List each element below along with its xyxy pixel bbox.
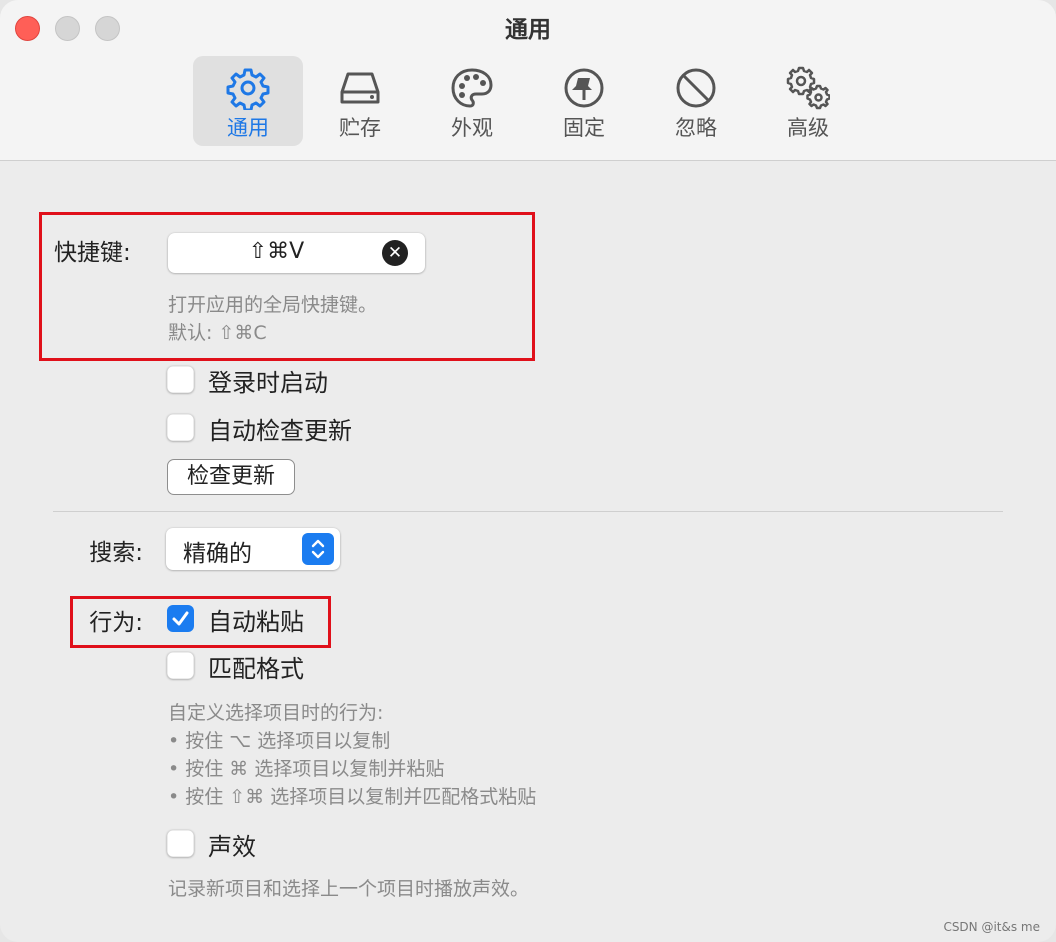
shortcut-label: 快捷键:	[54, 240, 131, 266]
search-mode-value: 精确的	[183, 541, 252, 567]
auto-paste-checkbox[interactable]	[167, 605, 194, 632]
shortcut-recorder[interactable]: ⇧⌘V ✕	[168, 233, 425, 273]
shortcut-hint-line: 打开应用的全局快捷键。	[168, 294, 378, 316]
search-mode-select[interactable]: 精确的	[166, 528, 340, 570]
sound-effects-label: 声效	[208, 833, 256, 861]
tab-label: 高级	[787, 116, 829, 140]
sound-effects-checkbox[interactable]	[167, 830, 194, 857]
check-updates-button[interactable]: 检查更新	[167, 459, 295, 495]
tab-label: 贮存	[339, 116, 381, 140]
behavior-hint-item: • 按住 ⇧⌘ 选择项目以复制并匹配格式粘贴	[168, 786, 537, 808]
sound-effects-hint: 记录新项目和选择上一个项目时播放声效。	[168, 878, 530, 900]
preferences-window: 通用 通用 贮存 外观 固定 忽略 高级 快捷键: ⇧⌘V ✕ 打开应用的全局快…	[0, 0, 1056, 942]
tab-advanced[interactable]: 高级	[753, 56, 863, 146]
storage-drive-icon	[340, 72, 380, 104]
search-label: 搜索:	[89, 540, 143, 566]
checkmark-icon	[172, 611, 189, 626]
prohibited-icon	[676, 68, 716, 108]
tab-label: 固定	[563, 116, 605, 140]
behavior-hint-item: • 按住 ⌥ 选择项目以复制	[168, 730, 391, 752]
launch-at-login-label: 登录时启动	[208, 369, 328, 397]
tab-label: 通用	[227, 116, 269, 140]
behavior-hint: 自定义选择项目时的行为: • 按住 ⌥ 选择项目以复制 • 按住 ⌘ 选择项目以…	[168, 699, 536, 811]
clear-shortcut-icon[interactable]: ✕	[382, 240, 408, 266]
window-title: 通用	[505, 17, 551, 43]
auto-check-updates-label: 自动检查更新	[208, 417, 352, 445]
general-settings-pane: 快捷键: ⇧⌘V ✕ 打开应用的全局快捷键。 默认: ⇧⌘C 登录时启动 自动检…	[0, 161, 1056, 942]
pin-icon	[564, 68, 604, 108]
section-divider	[53, 511, 1003, 512]
tab-appearance[interactable]: 外观	[417, 56, 527, 146]
tab-storage[interactable]: 贮存	[305, 56, 415, 146]
behavior-hint-item: • 按住 ⌘ 选择项目以复制并粘贴	[168, 758, 445, 780]
tab-general[interactable]: 通用	[193, 56, 303, 146]
watermark: CSDN @it&s me	[943, 920, 1040, 934]
shortcut-default-line: 默认: ⇧⌘C	[168, 322, 267, 344]
launch-at-login-checkbox[interactable]	[167, 366, 194, 393]
auto-paste-label: 自动粘贴	[208, 608, 304, 636]
tab-label: 外观	[451, 116, 493, 140]
auto-check-updates-checkbox[interactable]	[167, 414, 194, 441]
match-format-checkbox[interactable]	[167, 652, 194, 679]
tab-pins[interactable]: 固定	[529, 56, 639, 146]
palette-icon	[451, 68, 493, 108]
shortcut-hint: 打开应用的全局快捷键。 默认: ⇧⌘C	[168, 291, 377, 347]
match-format-label: 匹配格式	[208, 655, 304, 683]
shortcut-value: ⇧⌘V	[248, 239, 305, 264]
behavior-hint-title: 自定义选择项目时的行为:	[168, 702, 384, 724]
gears-icon	[786, 66, 830, 110]
gear-icon	[226, 68, 270, 110]
select-stepper	[302, 533, 334, 565]
tab-ignore[interactable]: 忽略	[641, 56, 751, 146]
behavior-label: 行为:	[89, 610, 143, 636]
toolbar: 通用 通用 贮存 外观 固定 忽略 高级	[0, 0, 1056, 161]
chevron-up-down-icon	[311, 539, 325, 559]
tab-label: 忽略	[675, 116, 717, 140]
